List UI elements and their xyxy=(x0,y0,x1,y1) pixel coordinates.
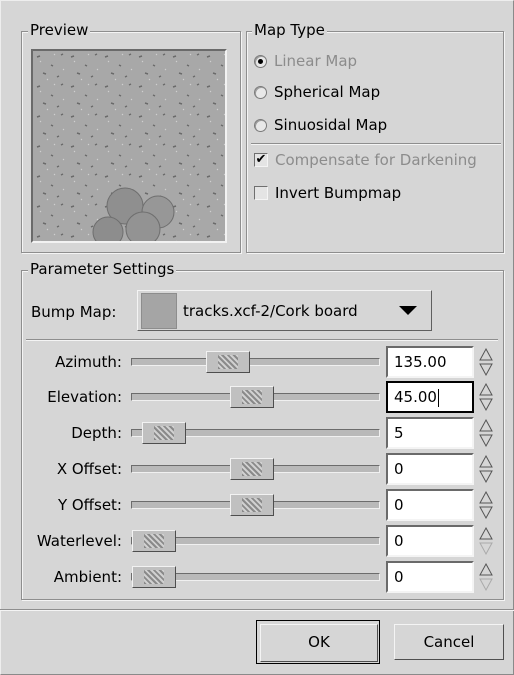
radio-indicator[interactable] xyxy=(254,85,267,99)
slider-handle[interactable] xyxy=(230,386,274,408)
y-offset-input[interactable]: 0 xyxy=(386,489,474,521)
radio-sinuosidal-map[interactable]: Sinuosidal Map xyxy=(254,116,387,134)
text-cursor xyxy=(437,388,439,407)
slider-handle[interactable] xyxy=(206,351,250,373)
y-offset-label: Y Offset: xyxy=(57,496,122,514)
check-label: Invert Bumpmap xyxy=(275,184,402,202)
ambient-slider[interactable] xyxy=(131,566,380,588)
slider-handle[interactable] xyxy=(132,530,176,552)
depth-slider[interactable] xyxy=(131,422,380,444)
radio-spherical-map[interactable]: Spherical Map xyxy=(254,83,380,101)
radio-indicator[interactable] xyxy=(254,118,267,132)
ok-button-default-frame: OK xyxy=(256,620,380,664)
ambient-input[interactable]: 0 xyxy=(386,561,474,593)
bump-map-value: tracks.xcf-2/Cork board xyxy=(183,301,358,320)
elevation-input[interactable]: 45.00 xyxy=(386,381,474,413)
check-label: Compensate for Darkening xyxy=(275,151,477,169)
ambient-label: Ambient: xyxy=(53,568,122,586)
spinner-arrows-icon[interactable] xyxy=(478,454,494,484)
elevation-value: 45.00 xyxy=(394,388,437,406)
slider-handle[interactable] xyxy=(132,566,176,588)
elevation-label: Elevation: xyxy=(47,388,122,406)
parameter-separator xyxy=(26,339,498,341)
bump-map-label: Bump Map: xyxy=(31,303,117,321)
slider-handle[interactable] xyxy=(230,494,274,516)
chevron-down-icon xyxy=(399,306,417,315)
radio-linear-map[interactable]: Linear Map xyxy=(254,52,357,70)
elevation-slider[interactable] xyxy=(131,386,380,408)
radio-label: Sinuosidal Map xyxy=(274,116,388,134)
spinner-arrows-icon[interactable] xyxy=(478,382,494,412)
x-offset-slider[interactable] xyxy=(131,458,380,480)
check-invert-bumpmap[interactable]: Invert Bumpmap xyxy=(254,184,401,202)
radio-label: Spherical Map xyxy=(274,83,381,101)
map-type-separator xyxy=(251,143,501,145)
azimuth-slider[interactable] xyxy=(131,351,380,373)
spinner-arrows-icon[interactable] xyxy=(478,418,494,448)
ok-button[interactable]: OK xyxy=(260,624,378,662)
preview-title: Preview xyxy=(28,21,91,39)
spinner-arrows-icon[interactable] xyxy=(478,562,494,592)
map-type-title: Map Type xyxy=(252,21,327,39)
depth-input[interactable]: 5 xyxy=(386,417,474,449)
x-offset-input[interactable]: 0 xyxy=(386,453,474,485)
parameter-settings-title: Parameter Settings xyxy=(28,260,177,278)
spinner-arrows-icon[interactable] xyxy=(478,347,494,377)
action-area-separator xyxy=(0,609,514,611)
slider-handle[interactable] xyxy=(142,422,186,444)
cancel-button[interactable]: Cancel xyxy=(394,624,504,660)
spinner-arrows-icon[interactable] xyxy=(478,490,494,520)
waterlevel-label: Waterlevel: xyxy=(36,532,122,550)
radio-indicator[interactable] xyxy=(254,54,267,68)
waterlevel-input[interactable]: 0 xyxy=(386,525,474,557)
check-compensate-darkening[interactable]: ✔ Compensate for Darkening xyxy=(254,151,477,169)
radio-label: Linear Map xyxy=(274,52,358,70)
y-offset-slider[interactable] xyxy=(131,494,380,516)
preview-image xyxy=(31,49,227,243)
checkbox-box[interactable] xyxy=(254,186,268,200)
slider-handle[interactable] xyxy=(230,458,274,480)
depth-label: Depth: xyxy=(71,424,122,442)
bump-map-dropdown[interactable]: tracks.xcf-2/Cork board xyxy=(137,290,432,331)
waterlevel-slider[interactable] xyxy=(131,530,380,552)
checkmark-icon[interactable]: ✔ xyxy=(254,153,268,167)
bump-map-thumbnail xyxy=(141,292,177,329)
x-offset-label: X Offset: xyxy=(56,460,122,478)
azimuth-label: Azimuth: xyxy=(55,353,122,371)
azimuth-input[interactable]: 135.00 xyxy=(386,346,474,378)
spinner-arrows-icon[interactable] xyxy=(478,526,494,556)
